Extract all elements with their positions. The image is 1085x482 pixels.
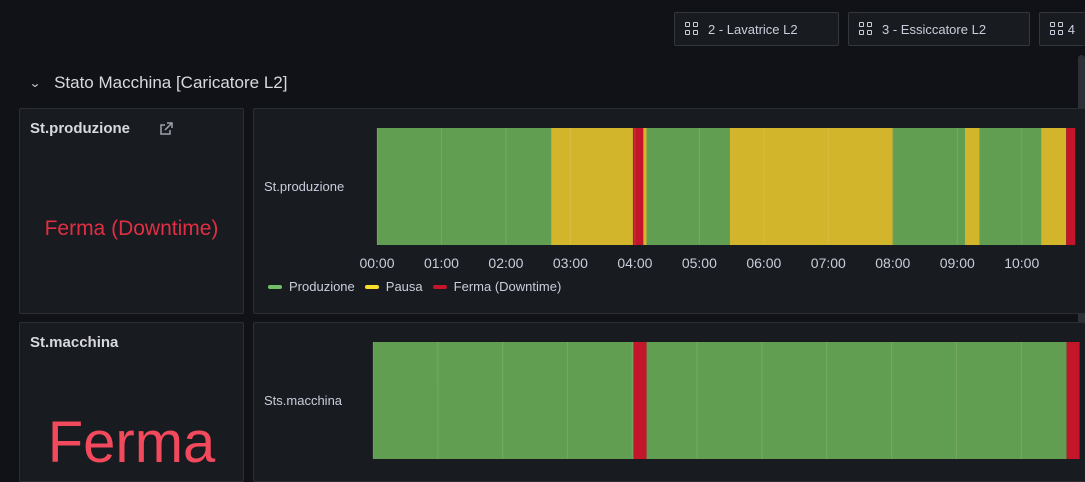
legend-label: Ferma (Downtime) <box>453 279 562 294</box>
x-tick-label: 01:00 <box>424 255 459 269</box>
x-tick-label: 10:00 <box>1004 255 1039 269</box>
timeline-segment-produzione[interactable] <box>646 128 730 245</box>
stat-value: Ferma (Downtime) <box>44 217 219 240</box>
legend-item-produzione[interactable]: Produzione <box>268 279 355 294</box>
dashboard-link-label: 4 <box>1067 21 1075 37</box>
stat-panel-macchina: St.macchina Ferma <box>19 322 244 482</box>
timeline-row-label: St.produzione <box>264 179 344 194</box>
legend-swatch <box>432 284 447 289</box>
legend-label: Produzione <box>289 279 355 294</box>
x-tick-label: 02:00 <box>488 255 523 269</box>
timeline-segment-produzione[interactable] <box>373 342 634 459</box>
x-tick-label: 09:00 <box>940 255 975 269</box>
timeline-panel-macchina: Sts.macchina <box>253 322 1085 482</box>
timeline-segment-pausa[interactable] <box>1041 128 1067 245</box>
x-tick-label: 07:00 <box>811 255 846 269</box>
x-tick-label: 04:00 <box>617 255 652 269</box>
dashboard-grid-icon <box>1050 22 1063 36</box>
dashboard-link-4[interactable]: 4 <box>1039 12 1085 46</box>
x-tick-label: 00:00 <box>359 255 394 269</box>
legend-item-ferma[interactable]: Ferma (Downtime) <box>432 279 562 294</box>
legend-label: Pausa <box>385 279 423 294</box>
panel-title: St.produzione <box>30 120 130 137</box>
legend-item-pausa[interactable]: Pausa <box>364 279 423 294</box>
dashboard-grid-icon <box>859 22 873 36</box>
timeline-row-label: Sts.macchina <box>264 393 343 408</box>
timeline-segment-pausa[interactable] <box>551 128 633 245</box>
timeline-segment-ferma[interactable] <box>1066 342 1080 459</box>
dashboard-grid-icon <box>685 22 699 36</box>
row-title: Stato Macchina [Caricatore L2] <box>54 73 288 92</box>
state-timeline-chart[interactable]: St.produzione 00:00 01:00 02:00 03:00 04:00 0… <box>254 109 1085 269</box>
row-header[interactable]: ⌄ Stato Macchina [Caricatore L2] <box>28 70 288 96</box>
timeline-segment-produzione[interactable] <box>979 128 1042 245</box>
timeline-segment-ferma[interactable] <box>1066 128 1076 245</box>
chart-legend: Produzione Pausa Ferma (Downtime) <box>268 279 571 294</box>
timeline-segment-produzione[interactable] <box>646 342 1067 459</box>
legend-swatch <box>268 284 282 289</box>
timeline-panel-produzione: St.produzione 00:00 01:00 02:00 03:00 04:00 0… <box>253 108 1085 314</box>
chevron-down-icon: ⌄ <box>28 76 42 90</box>
panel-title: St.macchina <box>30 334 119 351</box>
dashboard-link-label: 2 - Lavatrice L2 <box>708 21 798 37</box>
x-tick-label: 06:00 <box>746 255 781 269</box>
legend-swatch <box>364 284 379 289</box>
timeline-segment-produzione[interactable] <box>377 128 552 245</box>
timeline-segment-produzione[interactable] <box>892 128 965 245</box>
dashboard-link-essiccatore[interactable]: 3 - Essiccatore L2 <box>848 12 1030 46</box>
stat-value: Ferma <box>47 410 216 475</box>
timeline-segment-pausa[interactable] <box>729 128 893 245</box>
timeline-segment-pausa[interactable] <box>965 128 980 245</box>
external-link-icon[interactable] <box>158 121 174 137</box>
x-tick-label: 08:00 <box>875 255 910 269</box>
dashboard-link-lavatrice[interactable]: 2 - Lavatrice L2 <box>674 12 839 46</box>
dashboard-links-bar: 2 - Lavatrice L2 3 - Essiccatore L2 4 <box>0 0 1085 60</box>
timeline-segment-ferma[interactable] <box>633 342 647 459</box>
x-tick-label: 05:00 <box>682 255 717 269</box>
timeline-segment-pausa[interactable] <box>643 128 647 245</box>
state-timeline-chart[interactable]: Sts.macchina <box>254 323 1085 482</box>
stat-panel-produzione: St.produzione Ferma (Downtime) <box>19 108 244 314</box>
x-tick-label: 03:00 <box>553 255 588 269</box>
dashboard-link-label: 3 - Essiccatore L2 <box>882 21 987 37</box>
